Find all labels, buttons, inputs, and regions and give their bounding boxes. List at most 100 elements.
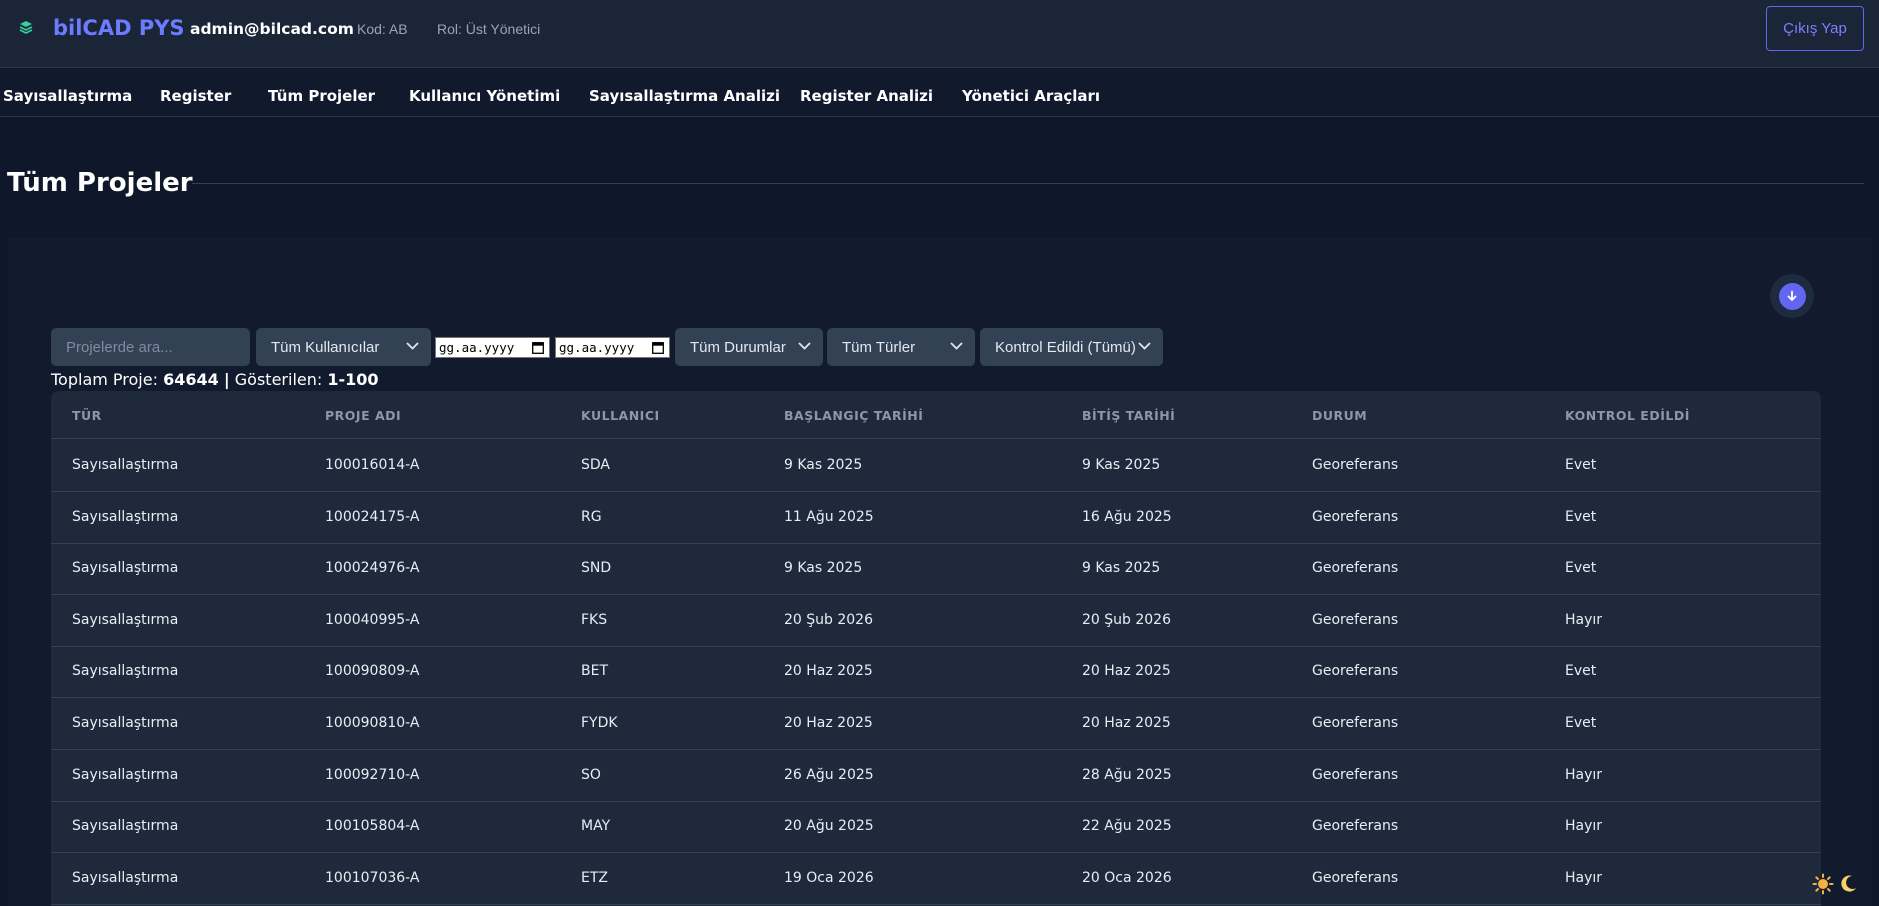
column-header-user[interactable]: KULLANICI <box>581 408 660 423</box>
cell-user: FYDK <box>581 715 618 731</box>
search-input[interactable]: Projelerde ara... <box>51 328 250 366</box>
shown-range: 1-100 <box>327 370 379 389</box>
cell-user: BET <box>581 663 609 680</box>
cell-user: RG <box>581 508 602 525</box>
chevron-down-icon <box>798 342 811 350</box>
nav-item-register-analysis[interactable]: Register Analizi <box>800 87 933 105</box>
cell-end-date: 16 Ağu 2025 <box>1082 508 1172 525</box>
nav-item-register[interactable]: Register <box>160 87 231 105</box>
title-divider <box>192 183 1864 184</box>
cell-checked: Hayır <box>1565 611 1603 628</box>
cell-end-date: 20 Oca 2026 <box>1082 869 1172 886</box>
table-row[interactable]: Sayısallaştırma 100090810-A FYDK 20 Haz 202… <box>51 698 1821 750</box>
cell-checked: Hayır <box>1565 766 1603 783</box>
top-header: bilCAD PYS admin@bilcad.com Kod: AB Rol:… <box>0 0 1879 68</box>
table-row[interactable]: Sayısallaştırma 100040995-A FKS 20 Şub 2026… <box>51 595 1821 647</box>
theme-toggle[interactable] <box>1812 868 1866 900</box>
cell-type: Sayısallaştırma <box>72 869 179 886</box>
table-row[interactable]: Sayısallaştırma 100024976-A SND 9 Kas 2025 9… <box>51 543 1821 596</box>
cell-project-name: 100024976-A <box>325 560 420 577</box>
start-date-value: gg.aa.yyyy <box>439 340 515 355</box>
cell-end-date: 20 Haz 2025 <box>1082 715 1171 731</box>
cell-project-name: 100092710-A <box>325 766 420 783</box>
cell-start-date: 20 Şub 2026 <box>784 611 873 628</box>
cell-type: Sayısallaştırma <box>72 715 179 731</box>
chevron-down-icon <box>406 342 419 350</box>
cell-end-date: 20 Haz 2025 <box>1082 663 1171 680</box>
cell-project-name: 100024175-A <box>325 508 420 525</box>
table-row[interactable]: Sayısallaştırma 100090809-A BET 20 Haz 2025… <box>51 646 1821 699</box>
end-date-input[interactable]: gg.aa.yyyy <box>555 337 670 358</box>
nav-item-digitization-analysis[interactable]: Sayısallaştırma Analizi <box>589 87 780 105</box>
cell-project-name: 100107036-A <box>325 869 420 886</box>
nav-item-all-projects[interactable]: Tüm Projeler <box>268 87 375 105</box>
table-row[interactable]: Sayısallaştırma 100024175-A RG 11 Ağu 2025 1… <box>51 492 1821 544</box>
column-header-type[interactable]: TÜR <box>72 408 102 423</box>
cell-project-name: 100090810-A <box>325 715 420 731</box>
moon-icon[interactable] <box>1837 873 1859 895</box>
table-row[interactable]: Sayısallaştırma 100105804-A MAY 20 Ağu 2025… <box>51 801 1821 854</box>
cell-start-date: 11 Ağu 2025 <box>784 508 874 525</box>
cell-checked: Evet <box>1565 560 1597 577</box>
cell-checked: Evet <box>1565 508 1597 525</box>
nav-item-admin-tools[interactable]: Yönetici Araçları <box>962 87 1100 105</box>
cell-type: Sayısallaştırma <box>72 457 179 473</box>
cell-user: SND <box>581 560 612 577</box>
scroll-down-button[interactable] <box>1770 274 1814 318</box>
table-row[interactable]: Sayısallaştırma 100016014-A SDA 9 Kas 2025 9… <box>51 440 1821 492</box>
type-filter-select[interactable]: Tüm Türler <box>827 328 975 366</box>
main-nav: Sayısallaştırma Register Tüm Projeler Ku… <box>0 68 1879 117</box>
status-filter-value: Tüm Durumlar <box>690 338 786 356</box>
calendar-icon[interactable] <box>652 341 664 354</box>
cell-end-date: 22 Ağu 2025 <box>1082 818 1172 835</box>
column-header-status[interactable]: DURUM <box>1312 408 1367 423</box>
logout-button[interactable]: Çıkış Yap <box>1766 6 1864 51</box>
cell-checked: Evet <box>1565 457 1597 473</box>
cell-user: FKS <box>581 611 608 628</box>
column-header-end-date[interactable]: BİTİŞ TARİHİ <box>1082 408 1175 423</box>
cell-start-date: 19 Oca 2026 <box>784 869 874 886</box>
checked-filter-select[interactable]: Kontrol Edildi (Tümü) <box>980 328 1163 366</box>
start-date-input[interactable]: gg.aa.yyyy <box>435 337 550 358</box>
user-filter-select[interactable]: Tüm Kullanıcılar <box>256 328 431 366</box>
table-row[interactable]: Sayısallaştırma 100107036-A ETZ 19 Oca 2026… <box>51 853 1821 905</box>
cell-type: Sayısallaştırma <box>72 508 179 525</box>
table-row[interactable]: Sayısallaştırma 100092710-A SO 26 Ağu 2025 2… <box>51 750 1821 802</box>
column-header-checked[interactable]: KONTROL EDİLDİ <box>1565 408 1690 423</box>
cell-checked: Hayır <box>1565 818 1603 835</box>
cell-start-date: 20 Haz 2025 <box>784 715 873 731</box>
cell-type: Sayısallaştırma <box>72 560 179 577</box>
type-filter-value: Tüm Türler <box>842 338 916 356</box>
total-label: Toplam Proje: <box>51 370 158 389</box>
cell-project-name: 100016014-A <box>325 457 420 473</box>
cell-start-date: 26 Ağu 2025 <box>784 766 874 783</box>
status-filter-select[interactable]: Tüm Durumlar <box>675 328 823 366</box>
cell-checked: Evet <box>1565 663 1597 680</box>
nav-item-user-management[interactable]: Kullanıcı Yönetimi <box>409 87 560 105</box>
calendar-icon[interactable] <box>532 341 544 354</box>
column-header-project-name[interactable]: PROJE ADI <box>325 408 401 423</box>
cell-type: Sayısallaştırma <box>72 663 179 680</box>
cell-type: Sayısallaştırma <box>72 611 179 628</box>
cell-status: Georeferans <box>1312 457 1399 473</box>
cell-status: Georeferans <box>1312 715 1399 731</box>
cell-status: Georeferans <box>1312 508 1399 525</box>
column-header-start-date[interactable]: BAŞLANGIÇ TARİHİ <box>784 408 923 423</box>
cell-end-date: 28 Ağu 2025 <box>1082 766 1172 783</box>
user-email: admin@bilcad.com <box>190 20 354 38</box>
sun-icon[interactable] <box>1812 873 1834 895</box>
user-filter-value: Tüm Kullanıcılar <box>271 338 380 356</box>
cell-start-date: 20 Haz 2025 <box>784 663 873 680</box>
cell-project-name: 100105804-A <box>325 818 420 835</box>
table-header: TÜR PROJE ADI KULLANICI BAŞLANGIÇ TARİHİ… <box>51 391 1821 439</box>
nav-item-digitization[interactable]: Sayısallaştırma <box>3 87 132 105</box>
cell-checked: Evet <box>1565 715 1597 731</box>
cell-status: Georeferans <box>1312 611 1399 628</box>
cell-status: Georeferans <box>1312 869 1399 886</box>
checked-filter-value: Kontrol Edildi (Tümü) <box>995 338 1136 356</box>
end-date-value: gg.aa.yyyy <box>559 340 635 355</box>
cell-status: Georeferans <box>1312 560 1399 577</box>
cell-status: Georeferans <box>1312 766 1399 783</box>
brand-logo[interactable]: bilCAD PYS <box>53 16 185 40</box>
page-title: Tüm Projeler <box>7 168 193 198</box>
